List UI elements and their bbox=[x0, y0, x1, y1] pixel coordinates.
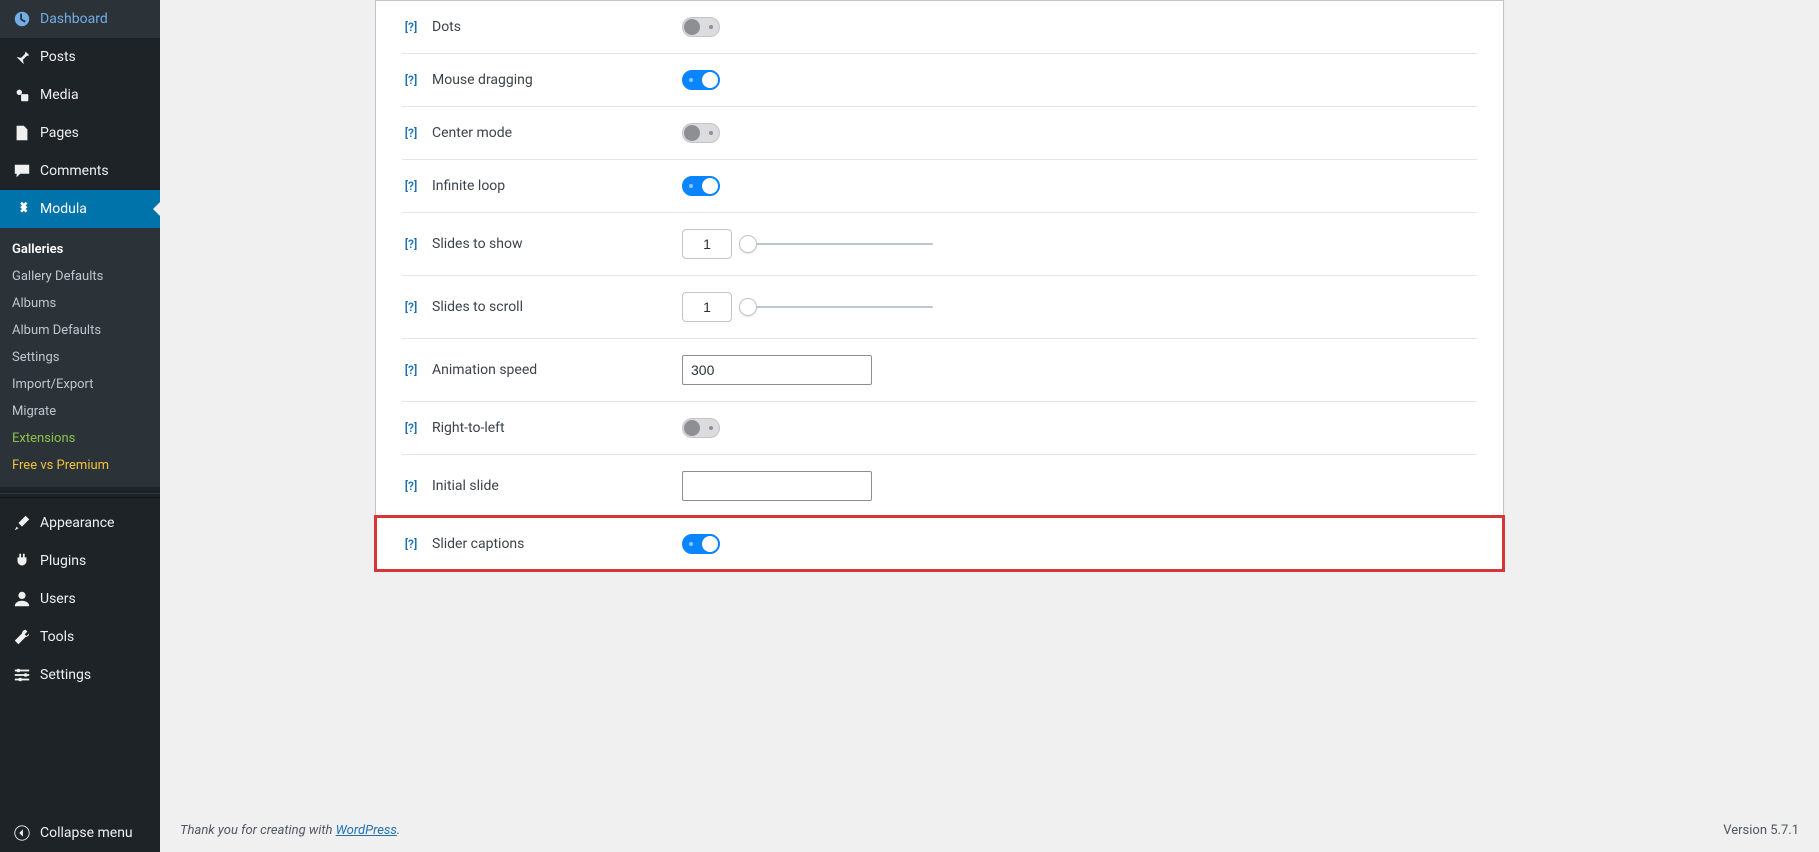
submenu-settings[interactable]: Settings bbox=[0, 344, 160, 371]
setting-label-initial-slide: Initial slide bbox=[432, 478, 499, 494]
help-icon[interactable]: [?] bbox=[402, 237, 420, 251]
toggle-mouse-dragging[interactable] bbox=[682, 70, 720, 90]
menu-tools-label: Tools bbox=[40, 629, 74, 645]
setting-row-rtl: [?] Right-to-left bbox=[402, 401, 1477, 454]
input-animation-speed[interactable] bbox=[682, 355, 872, 385]
help-icon[interactable]: [?] bbox=[402, 537, 420, 551]
setting-label-mouse-dragging: Mouse dragging bbox=[432, 72, 533, 88]
footer-credit: Thank you for creating with WordPress. bbox=[180, 823, 400, 838]
admin-footer: Thank you for creating with WordPress. V… bbox=[160, 809, 1819, 852]
setting-label-slides-to-show: Slides to show bbox=[432, 236, 522, 252]
setting-row-animation-speed: [?] Animation speed bbox=[402, 338, 1477, 401]
menu-plugins-label: Plugins bbox=[40, 553, 86, 569]
setting-row-infinite-loop: [?] Infinite loop bbox=[402, 159, 1477, 212]
page-icon bbox=[12, 123, 32, 143]
setting-row-center-mode: [?] Center mode bbox=[402, 106, 1477, 159]
submenu-free-vs-premium[interactable]: Free vs Premium bbox=[0, 452, 160, 479]
menu-pages[interactable]: Pages bbox=[0, 114, 160, 152]
help-icon[interactable]: [?] bbox=[402, 179, 420, 193]
toggle-slider-captions[interactable] bbox=[682, 534, 720, 554]
input-slides-to-show[interactable] bbox=[682, 229, 732, 259]
footer-thank-you-prefix: Thank you for creating with bbox=[180, 823, 336, 838]
help-icon[interactable]: [?] bbox=[402, 421, 420, 435]
menu-settings[interactable]: Settings bbox=[0, 656, 160, 694]
menu-separator bbox=[0, 493, 160, 498]
menu-posts[interactable]: Posts bbox=[0, 38, 160, 76]
admin-sidebar: Dashboard Posts Media Pages Comments Mod… bbox=[0, 0, 160, 852]
setting-label-rtl: Right-to-left bbox=[432, 420, 505, 436]
wrench-icon bbox=[12, 627, 32, 647]
submenu-import-export[interactable]: Import/Export bbox=[0, 371, 160, 398]
comment-icon bbox=[12, 161, 32, 181]
menu-settings-label: Settings bbox=[40, 667, 91, 683]
menu-plugins[interactable]: Plugins bbox=[0, 542, 160, 580]
menu-posts-label: Posts bbox=[40, 49, 76, 65]
submenu-galleries[interactable]: Galleries bbox=[0, 236, 160, 263]
input-slides-to-scroll[interactable] bbox=[682, 292, 732, 322]
setting-label-slides-to-scroll: Slides to scroll bbox=[432, 299, 523, 315]
menu-dashboard[interactable]: Dashboard bbox=[0, 0, 160, 38]
help-icon[interactable]: [?] bbox=[402, 479, 420, 493]
setting-label-infinite-loop: Infinite loop bbox=[432, 178, 505, 194]
toggle-infinite-loop[interactable] bbox=[682, 176, 720, 196]
media-icon bbox=[12, 85, 32, 105]
menu-users[interactable]: Users bbox=[0, 580, 160, 618]
slider-slides-to-show[interactable] bbox=[748, 234, 933, 254]
menu-appearance-label: Appearance bbox=[40, 515, 114, 531]
menu-users-label: Users bbox=[40, 591, 76, 607]
menu-media-label: Media bbox=[40, 87, 79, 103]
slider-slides-to-scroll[interactable] bbox=[748, 297, 933, 317]
help-icon[interactable]: [?] bbox=[402, 300, 420, 314]
footer-wordpress-link[interactable]: WordPress bbox=[336, 823, 397, 838]
sliders-icon bbox=[12, 665, 32, 685]
menu-modula-label: Modula bbox=[40, 201, 87, 217]
setting-row-mouse-dragging: [?] Mouse dragging bbox=[402, 53, 1477, 106]
modula-icon bbox=[12, 199, 32, 219]
setting-row-dots: [?] Dots bbox=[402, 1, 1477, 53]
setting-row-slider-captions: [?] Slider captions bbox=[376, 517, 1503, 570]
menu-pages-label: Pages bbox=[40, 125, 79, 141]
setting-row-slides-to-scroll: [?] Slides to scroll bbox=[402, 275, 1477, 338]
content-area: [?] Dots [?] Mouse dragging bbox=[160, 0, 1819, 852]
menu-comments-label: Comments bbox=[40, 163, 109, 179]
help-icon[interactable]: [?] bbox=[402, 363, 420, 377]
submenu-album-defaults[interactable]: Album Defaults bbox=[0, 317, 160, 344]
help-icon[interactable]: [?] bbox=[402, 73, 420, 87]
help-icon[interactable]: [?] bbox=[402, 20, 420, 34]
toggle-rtl[interactable] bbox=[682, 418, 720, 438]
help-icon[interactable]: [?] bbox=[402, 126, 420, 140]
menu-dashboard-label: Dashboard bbox=[40, 11, 108, 27]
brush-icon bbox=[12, 513, 32, 533]
toggle-center-mode[interactable] bbox=[682, 123, 720, 143]
submenu-gallery-defaults[interactable]: Gallery Defaults bbox=[0, 263, 160, 290]
collapse-menu[interactable]: Collapse menu bbox=[0, 814, 160, 852]
menu-media[interactable]: Media bbox=[0, 76, 160, 114]
toggle-dots[interactable] bbox=[682, 17, 720, 37]
menu-tools[interactable]: Tools bbox=[0, 618, 160, 656]
dashboard-icon bbox=[12, 9, 32, 29]
menu-comments[interactable]: Comments bbox=[0, 152, 160, 190]
submenu-modula: Galleries Gallery Defaults Albums Album … bbox=[0, 228, 160, 487]
setting-label-dots: Dots bbox=[432, 19, 461, 35]
input-initial-slide[interactable] bbox=[682, 471, 872, 501]
collapse-icon bbox=[12, 823, 32, 843]
plug-icon bbox=[12, 551, 32, 571]
setting-label-animation-speed: Animation speed bbox=[432, 362, 537, 378]
setting-label-center-mode: Center mode bbox=[432, 125, 512, 141]
submenu-migrate[interactable]: Migrate bbox=[0, 398, 160, 425]
submenu-extensions[interactable]: Extensions bbox=[0, 425, 160, 452]
pin-icon bbox=[12, 47, 32, 67]
footer-version: Version 5.7.1 bbox=[1723, 823, 1799, 838]
settings-panel: [?] Dots [?] Mouse dragging bbox=[375, 0, 1504, 571]
collapse-menu-label: Collapse menu bbox=[40, 825, 133, 841]
footer-thank-you-suffix: . bbox=[397, 823, 400, 838]
user-icon bbox=[12, 589, 32, 609]
menu-appearance[interactable]: Appearance bbox=[0, 504, 160, 542]
setting-row-initial-slide: [?] Initial slide bbox=[402, 454, 1477, 517]
setting-label-slider-captions: Slider captions bbox=[432, 536, 524, 552]
setting-row-slides-to-show: [?] Slides to show bbox=[402, 212, 1477, 275]
submenu-albums[interactable]: Albums bbox=[0, 290, 160, 317]
menu-modula[interactable]: Modula bbox=[0, 190, 160, 228]
